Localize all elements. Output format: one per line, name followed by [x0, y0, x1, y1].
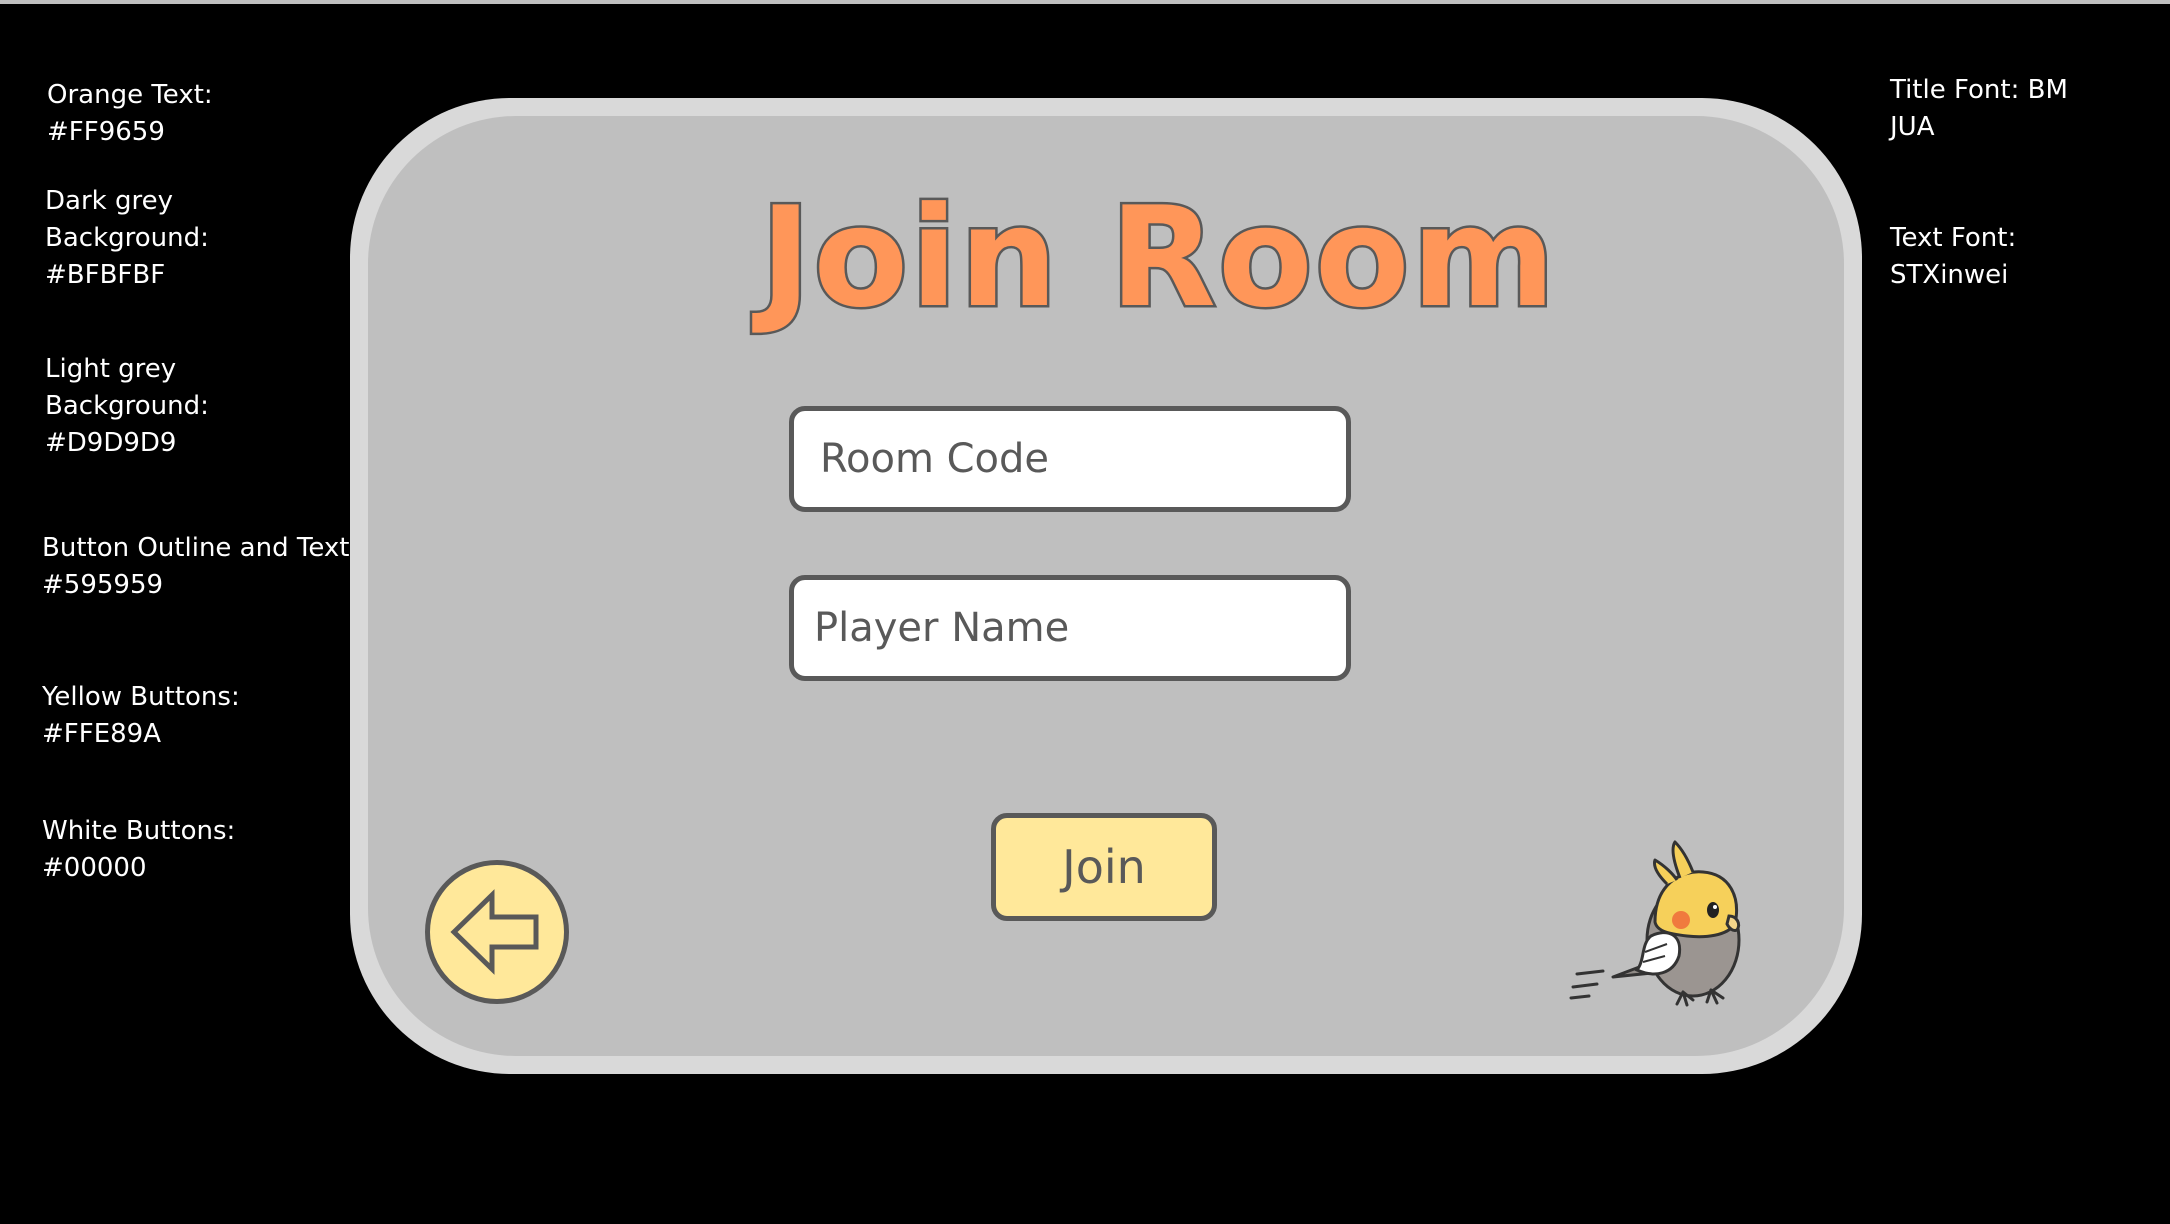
note-line: STXinwei [1890, 260, 2009, 290]
back-button[interactable] [425, 860, 569, 1004]
note-line: Background: [45, 391, 209, 421]
note-line: Title Font: BM [1890, 75, 2068, 105]
note-line: Light grey [45, 354, 177, 384]
player-name-input[interactable] [789, 575, 1351, 681]
note-line: Dark grey [45, 186, 173, 216]
join-button-label: Join [1062, 840, 1146, 894]
note-yellow-buttons: Yellow Buttons: #FFE89A [42, 679, 240, 753]
note-line: #00000 [42, 853, 147, 883]
note-line: #FF9659 [47, 117, 165, 147]
room-code-input[interactable] [789, 406, 1351, 512]
note-line: Background: [45, 223, 209, 253]
note-line: #D9D9D9 [45, 428, 177, 458]
page-title: Join Room [758, 175, 1558, 340]
note-line: White Buttons: [42, 816, 236, 846]
join-button[interactable]: Join [991, 813, 1217, 921]
arrow-left-icon [450, 889, 539, 975]
note-text-font: Text Font: STXinwei [1890, 220, 2016, 294]
cockatiel-mascot-icon [1569, 840, 1741, 1007]
note-orange-text: Orange Text: #FF9659 [47, 77, 213, 151]
note-line: #FFE89A [42, 719, 161, 749]
note-line: Yellow Buttons: [42, 682, 240, 712]
note-line: JUA [1890, 112, 1935, 142]
note-line: #595959 [42, 570, 164, 600]
note-white-buttons: White Buttons: #00000 [42, 813, 235, 887]
note-dark-grey: Dark grey Background: #BFBFBF [45, 183, 209, 294]
note-line: Text Font: [1890, 223, 2017, 253]
top-border [0, 0, 2170, 4]
note-title-font: Title Font: BM JUA [1890, 72, 2068, 146]
note-line: #BFBFBF [45, 260, 166, 290]
note-light-grey: Light grey Background: #D9D9D9 [45, 351, 209, 462]
note-button-outline: Button Outline and Text: #595959 [42, 530, 358, 604]
note-line: Orange Text: [47, 80, 213, 110]
note-line: Button Outline and Text: [42, 533, 359, 563]
